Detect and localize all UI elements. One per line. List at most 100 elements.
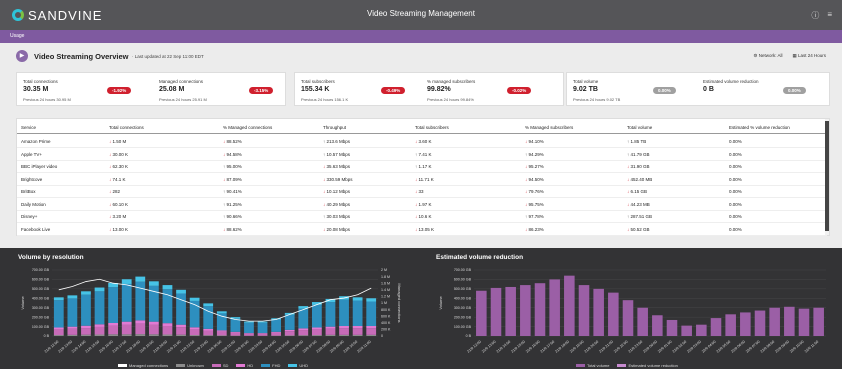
bar-sd[interactable]: [298, 330, 309, 336]
bar-fhd[interactable]: [53, 300, 64, 328]
bar-uhd[interactable]: [216, 311, 227, 314]
bar-unknown[interactable]: [189, 335, 200, 336]
bar-total-volume[interactable]: [725, 314, 736, 336]
bar-fhd[interactable]: [366, 301, 377, 327]
bar-unknown[interactable]: [298, 335, 309, 336]
bar-sd[interactable]: [339, 328, 349, 335]
bar-fhd[interactable]: [352, 300, 363, 327]
bar-total-volume[interactable]: [784, 306, 795, 336]
help-icon[interactable]: ⓘ: [811, 10, 819, 21]
bar-uhd[interactable]: [203, 303, 214, 307]
bar-sd[interactable]: [271, 332, 282, 336]
bar-hd[interactable]: [148, 321, 159, 325]
table-row[interactable]: Brightcove ↓ 74.1 K ↓ 87.09% ↓ 330.59 Mbps ↓…: [17, 173, 827, 186]
time-range-filter[interactable]: ▦ Last 24 Hours: [792, 53, 826, 59]
bar-total-volume[interactable]: [578, 285, 590, 336]
table-row[interactable]: BritBox ↓ 282 ↑ 90.41% ↓ 10.12 Mbps ↓ 33 ↓ 79…: [17, 185, 827, 198]
bar-unknown[interactable]: [121, 334, 132, 336]
bar-uhd[interactable]: [244, 321, 254, 323]
bar-sd[interactable]: [189, 329, 200, 336]
bar-unknown[interactable]: [176, 334, 186, 336]
column-header[interactable]: Total volume: [627, 125, 652, 130]
bar-hd[interactable]: [176, 324, 186, 328]
bar-uhd[interactable]: [148, 281, 159, 286]
bar-uhd[interactable]: [162, 285, 173, 290]
bar-uhd[interactable]: [352, 297, 363, 301]
bar-unknown[interactable]: [216, 335, 227, 336]
bar-unknown[interactable]: [311, 335, 322, 336]
bar-hd[interactable]: [216, 330, 227, 332]
legend-item[interactable]: Total volume: [576, 363, 609, 368]
bar-total-volume[interactable]: [798, 308, 810, 336]
bar-unknown[interactable]: [81, 334, 91, 336]
bar-sd[interactable]: [203, 330, 214, 336]
table-row[interactable]: Disney+ ↓ 3.20 M ↑ 90.66% ↑ 30.03 Mbps ↓ 10.…: [17, 210, 827, 223]
bar-total-volume[interactable]: [549, 279, 560, 336]
bar-fhd[interactable]: [81, 294, 91, 326]
bar-hd[interactable]: [81, 325, 91, 329]
bar-uhd[interactable]: [366, 298, 377, 302]
bar-fhd[interactable]: [108, 287, 119, 323]
column-header[interactable]: Throughput: [323, 125, 346, 130]
bar-unknown[interactable]: [284, 335, 295, 336]
bar-total-volume[interactable]: [740, 312, 751, 336]
bar-total-volume[interactable]: [754, 310, 766, 336]
bar-sd[interactable]: [121, 324, 132, 335]
column-header[interactable]: Total connections: [109, 125, 144, 130]
bar-sd[interactable]: [366, 328, 377, 335]
bar-unknown[interactable]: [108, 334, 119, 336]
bar-fhd[interactable]: [244, 322, 254, 334]
bar-sd[interactable]: [230, 332, 241, 336]
bar-hd[interactable]: [203, 328, 214, 331]
bar-hd[interactable]: [339, 326, 349, 329]
bar-fhd[interactable]: [257, 322, 268, 334]
bar-sd[interactable]: [352, 328, 363, 335]
bar-hd[interactable]: [352, 326, 363, 329]
bar-sd[interactable]: [81, 328, 91, 335]
bar-fhd[interactable]: [311, 304, 322, 328]
bar-fhd[interactable]: [121, 283, 132, 322]
bar-sd[interactable]: [135, 323, 146, 335]
bar-hd[interactable]: [298, 328, 309, 331]
bar-hd[interactable]: [325, 326, 336, 329]
bar-total-volume[interactable]: [666, 319, 678, 336]
bar-hd[interactable]: [135, 320, 146, 324]
bar-unknown[interactable]: [135, 334, 146, 336]
legend-item[interactable]: Unknown: [176, 363, 204, 368]
bar-uhd[interactable]: [53, 297, 64, 301]
bar-uhd[interactable]: [94, 287, 105, 292]
bar-fhd[interactable]: [230, 318, 241, 332]
bar-total-volume[interactable]: [696, 324, 707, 336]
bar-total-volume[interactable]: [652, 315, 663, 336]
bar-uhd[interactable]: [121, 279, 132, 284]
bar-sd[interactable]: [257, 333, 268, 336]
bar-sd[interactable]: [176, 327, 186, 335]
table-row[interactable]: Amazon Prime ↓ 1.50 M ↓ 88.52% ↑ 213.6 Mbps…: [17, 135, 827, 148]
bar-sd[interactable]: [53, 329, 64, 336]
managed-connections-line[interactable]: [58, 278, 372, 322]
bar-hd[interactable]: [284, 329, 295, 332]
bar-total-volume[interactable]: [490, 287, 502, 336]
bar-hd[interactable]: [311, 327, 322, 330]
bar-uhd[interactable]: [257, 321, 268, 323]
bar-total-volume[interactable]: [622, 300, 634, 336]
bar-hd[interactable]: [244, 333, 254, 334]
bar-hd[interactable]: [189, 327, 200, 330]
table-row[interactable]: Apple TV+ ↓ 30.00 K ↓ 94.58% ↑ 10.57 Mbps ↑ …: [17, 148, 827, 161]
bar-unknown[interactable]: [67, 334, 78, 336]
bar-sd[interactable]: [67, 328, 78, 335]
network-filter[interactable]: ⚙ Network: All: [753, 53, 782, 59]
bar-sd[interactable]: [325, 328, 336, 335]
table-scrollbar[interactable]: [825, 119, 829, 235]
bar-hd[interactable]: [121, 321, 132, 325]
bar-fhd[interactable]: [325, 302, 336, 327]
bar-fhd[interactable]: [67, 298, 78, 327]
bar-fhd[interactable]: [271, 319, 282, 332]
legend-item[interactable]: HD: [236, 363, 253, 368]
bar-sd[interactable]: [244, 333, 254, 336]
bar-unknown[interactable]: [366, 334, 377, 336]
column-header[interactable]: % Managed subscribers: [525, 125, 573, 130]
bar-total-volume[interactable]: [593, 288, 604, 336]
bar-total-volume[interactable]: [637, 307, 648, 336]
bar-total-volume[interactable]: [769, 307, 780, 336]
